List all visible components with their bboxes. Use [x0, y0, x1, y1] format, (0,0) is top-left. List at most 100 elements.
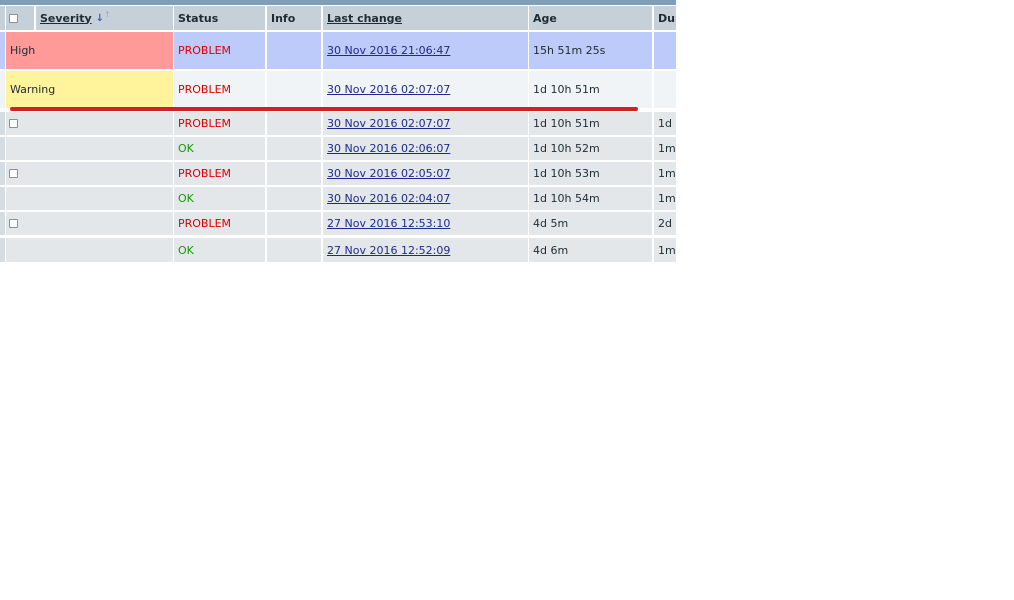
- status-cell: PROBLEM: [174, 71, 265, 108]
- last-change-link[interactable]: 30 Nov 2016 02:04:07: [327, 192, 450, 205]
- status-cell: OK: [174, 238, 265, 262]
- duration-cell: 1m: [654, 162, 676, 185]
- age-value: 1d 10h 51m: [533, 117, 600, 130]
- duration-cell: [654, 71, 676, 108]
- column-header-age: Age: [529, 6, 652, 30]
- status-cell: OK: [174, 187, 265, 210]
- row-edge: [0, 162, 5, 185]
- row-checkbox[interactable]: [9, 169, 18, 178]
- column-header-duration: Dur: [654, 6, 676, 30]
- column-header-status: Status: [174, 6, 265, 30]
- duration-cell: [654, 32, 676, 69]
- last-change-link[interactable]: 30 Nov 2016 21:06:47: [327, 44, 450, 57]
- age-header-label: Age: [533, 11, 557, 25]
- age-cell: 1d 10h 51m: [529, 71, 652, 108]
- age-cell: 1d 10h 51m: [529, 112, 652, 135]
- status-cell: OK: [174, 137, 265, 160]
- column-header-last-change[interactable]: Last change: [323, 6, 528, 30]
- duration-cell: 1m: [654, 238, 676, 262]
- age-value: 1d 10h 52m: [533, 142, 600, 155]
- duration-cell: 2d 1: [654, 212, 676, 235]
- last-change-link[interactable]: 30 Nov 2016 02:06:07: [327, 142, 450, 155]
- row-edge: [0, 212, 5, 235]
- status-problem: PROBLEM: [178, 117, 232, 130]
- age-value: 1d 10h 51m: [533, 83, 600, 96]
- status-header-label: Status: [178, 11, 219, 25]
- severity-header-label[interactable]: Severity: [40, 12, 92, 25]
- age-cell: 4d 6m: [529, 238, 652, 262]
- last-change-header-label[interactable]: Last change: [327, 12, 402, 25]
- status-ok: OK: [178, 243, 194, 257]
- severity-cell: [6, 187, 173, 210]
- severity-label: High: [10, 44, 36, 57]
- column-header-info: Info: [267, 6, 321, 30]
- duration-value: 2d 1: [658, 217, 676, 230]
- last-change-cell: 30 Nov 2016 02:06:07: [323, 137, 528, 160]
- last-change-cell: 30 Nov 2016 02:04:07: [323, 187, 528, 210]
- age-cell: 1d 10h 53m: [529, 162, 652, 185]
- edge-column-header: [0, 6, 5, 30]
- age-cell: 15h 51m 25s: [529, 32, 652, 69]
- last-change-link[interactable]: 30 Nov 2016 02:07:07: [327, 83, 450, 96]
- severity-cell-warning: Warning: [6, 71, 173, 108]
- duration-value: 1d 1: [658, 117, 676, 130]
- row-checkbox[interactable]: [9, 219, 18, 228]
- info-cell: [267, 112, 321, 135]
- info-cell: [267, 137, 321, 160]
- last-change-cell: 27 Nov 2016 12:53:10: [323, 212, 528, 235]
- status-cell: PROBLEM: [174, 212, 265, 235]
- duration-cell: 1m: [654, 137, 676, 160]
- info-cell: [267, 71, 321, 108]
- info-cell: [267, 238, 321, 262]
- age-cell: 1d 10h 54m: [529, 187, 652, 210]
- status-cell: PROBLEM: [174, 112, 265, 135]
- duration-cell: 1m: [654, 187, 676, 210]
- severity-cell: [6, 112, 173, 135]
- last-change-cell: 30 Nov 2016 02:07:07: [323, 112, 528, 135]
- annotation-underline: [10, 107, 638, 111]
- row-edge: [0, 137, 5, 160]
- top-border: [0, 0, 676, 5]
- last-change-link[interactable]: 30 Nov 2016 02:05:07: [327, 167, 450, 180]
- status-ok: OK: [178, 142, 194, 155]
- duration-cell: 1d 1: [654, 112, 676, 135]
- last-change-link[interactable]: 30 Nov 2016 02:07:07: [327, 117, 450, 130]
- duration-value: 1m: [658, 243, 676, 257]
- last-change-cell: 27 Nov 2016 12:52:09: [323, 238, 528, 262]
- status-problem: PROBLEM: [178, 44, 232, 57]
- last-change-cell: 30 Nov 2016 02:05:07: [323, 162, 528, 185]
- age-value: 4d 5m: [533, 217, 569, 230]
- duration-value: 1m: [658, 192, 676, 205]
- age-cell: 4d 5m: [529, 212, 652, 235]
- severity-label: Warning: [10, 83, 56, 96]
- last-change-link[interactable]: 27 Nov 2016 12:53:10: [327, 217, 450, 230]
- row-edge: [0, 112, 5, 135]
- age-value: 15h 51m 25s: [533, 44, 606, 57]
- row-checkbox[interactable]: [9, 119, 18, 128]
- severity-cell: [6, 162, 173, 185]
- age-value: 4d 6m: [533, 243, 569, 257]
- column-header-severity[interactable]: Severity ↓↑: [36, 6, 173, 30]
- select-all-cell: [6, 6, 34, 30]
- info-header-label: Info: [271, 11, 296, 25]
- last-change-link[interactable]: 27 Nov 2016 12:52:09: [327, 244, 450, 257]
- row-edge: [0, 238, 5, 262]
- last-change-cell: 30 Nov 2016 21:06:47: [323, 32, 528, 69]
- info-cell: [267, 212, 321, 235]
- status-cell: PROBLEM: [174, 162, 265, 185]
- duration-header-label: Dur: [658, 11, 676, 25]
- status-cell: PROBLEM: [174, 32, 265, 69]
- status-problem: PROBLEM: [178, 83, 232, 96]
- info-cell: [267, 162, 321, 185]
- select-all-checkbox[interactable]: [9, 13, 18, 23]
- age-value: 1d 10h 53m: [533, 167, 600, 180]
- severity-cell: [6, 137, 173, 160]
- row-edge: [0, 32, 5, 69]
- row-edge: [0, 71, 5, 108]
- sort-descending-icon[interactable]: ↓↑: [96, 10, 111, 24]
- row-edge: [0, 187, 5, 210]
- duration-value: 1m: [658, 167, 676, 180]
- age-value: 1d 10h 54m: [533, 192, 600, 205]
- info-cell: [267, 187, 321, 210]
- last-change-cell: 30 Nov 2016 02:07:07: [323, 71, 528, 108]
